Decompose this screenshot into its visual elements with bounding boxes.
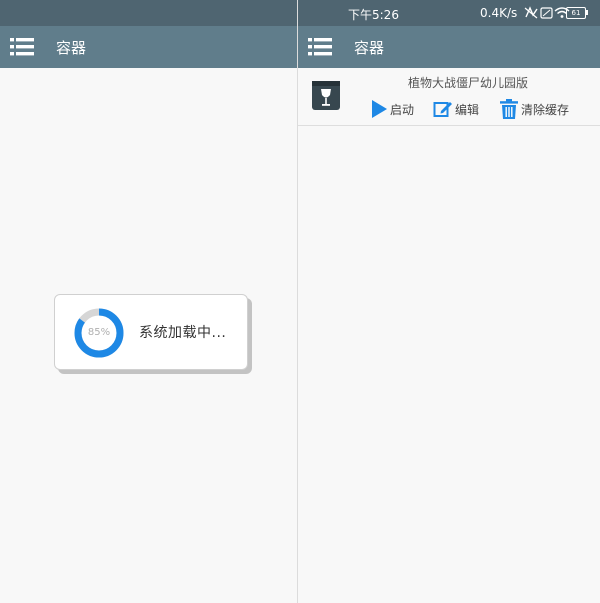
app-bar: 容器 xyxy=(298,26,600,68)
statusbar xyxy=(0,0,297,26)
statusbar: 下午5:26 0.4K/s 61 xyxy=(298,0,600,26)
loading-message: 系统加载中... xyxy=(139,325,227,341)
page-title: 容器 xyxy=(56,39,87,57)
page-title: 容器 xyxy=(354,39,385,57)
trash-icon xyxy=(500,99,518,119)
status-time: 下午5:26 xyxy=(348,8,399,22)
mute-icon xyxy=(524,6,538,19)
menu-list-icon[interactable] xyxy=(308,36,332,58)
wine-glass-box-icon xyxy=(312,81,340,110)
left-screen: 容器 85% 系统加载中... xyxy=(0,0,297,603)
clear-cache-label: 清除缓存 xyxy=(521,102,570,117)
progress-label: 85% xyxy=(87,327,111,338)
edit-icon xyxy=(433,102,452,117)
launch-button[interactable]: 启动 xyxy=(370,98,414,120)
edit-label: 编辑 xyxy=(455,102,480,117)
sim-card-icon xyxy=(540,7,553,19)
container-name: 植物大战僵尸幼儿园版 xyxy=(408,76,529,90)
menu-list-icon[interactable] xyxy=(10,36,34,58)
play-icon xyxy=(372,100,387,118)
battery-tip xyxy=(586,10,588,15)
edit-button[interactable]: 编辑 xyxy=(433,98,479,120)
network-speed: 0.4K/s xyxy=(480,6,518,20)
battery-level: 61 xyxy=(571,9,581,17)
container-item[interactable]: 植物大战僵尸幼儿园版 启动 编辑 清除缓存 xyxy=(298,68,600,126)
loading-dialog: 85% 系统加载中... xyxy=(54,294,248,370)
battery-icon: 61 xyxy=(566,7,586,19)
app-bar: 容器 xyxy=(0,26,297,68)
clear-cache-button[interactable]: 清除缓存 xyxy=(499,98,569,120)
launch-label: 启动 xyxy=(390,102,415,117)
right-screen: 下午5:26 0.4K/s 61 容器 植物大战僵尸幼儿园版 启动 编辑 清除缓… xyxy=(298,0,600,603)
